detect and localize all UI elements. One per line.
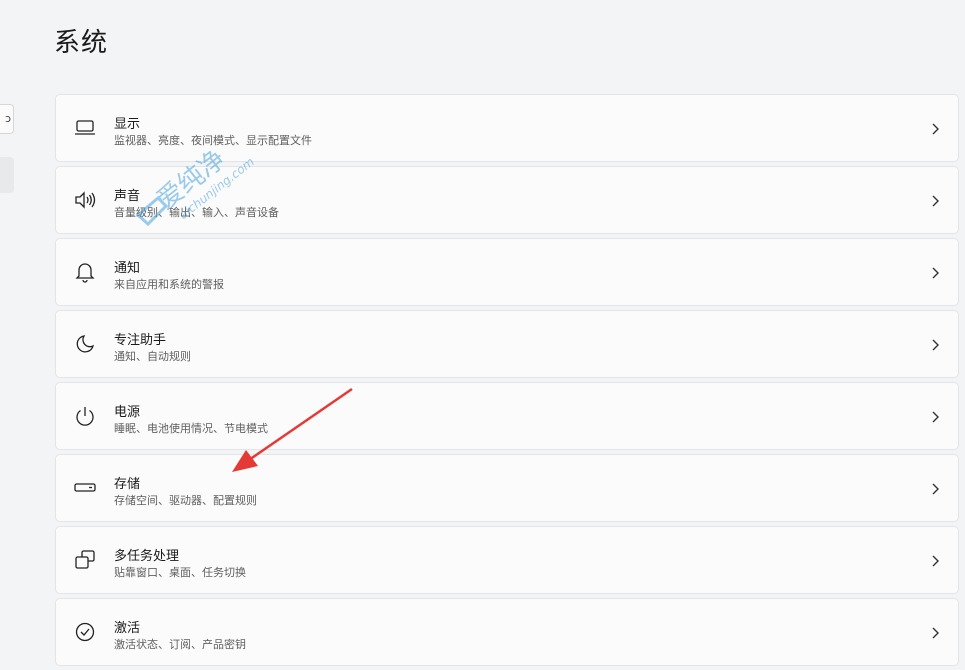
settings-item-multitasking[interactable]: 多任务处理 贴靠窗口、桌面、任务切换: [55, 526, 959, 594]
chevron-right-icon: [930, 121, 942, 135]
settings-item-power[interactable]: 电源 睡眠、电池使用情况、节电模式: [55, 382, 959, 450]
settings-item-subtitle: 监视器、亮度、夜间模式、显示配置文件: [114, 134, 312, 147]
collapsed-panel-button[interactable]: ↄ: [0, 104, 14, 134]
chevron-right-icon: [930, 265, 942, 279]
monitor-icon: [72, 115, 98, 141]
settings-item-notifications[interactable]: 通知 来自应用和系统的警报: [55, 238, 959, 306]
chevron-right-icon: [930, 625, 942, 639]
settings-item-title: 激活: [114, 621, 141, 636]
settings-item-subtitle: 激活状态、订阅、产品密钥: [114, 638, 246, 651]
bell-icon: [72, 259, 98, 285]
settings-item-subtitle: 睡眠、电池使用情况、节电模式: [114, 422, 268, 435]
settings-item-title: 专注助手: [114, 333, 167, 348]
page-title: 系统: [54, 28, 109, 58]
chevron-right-icon: [930, 409, 942, 423]
chevron-right-icon: [930, 481, 942, 495]
moon-icon: [72, 331, 98, 357]
settings-item-title: 存储: [114, 477, 141, 492]
settings-item-activation[interactable]: 激活 激活状态、订阅、产品密钥: [55, 598, 959, 666]
settings-list: 显示 监视器、亮度、夜间模式、显示配置文件 声音 音量级别、输出、输入、声音设备…: [55, 94, 959, 670]
settings-item-sound[interactable]: 声音 音量级别、输出、输入、声音设备: [55, 166, 959, 234]
settings-item-title: 通知: [114, 261, 141, 276]
settings-item-title: 多任务处理: [114, 549, 180, 564]
collapsed-nav-item[interactable]: [0, 157, 14, 193]
chevron-right-icon: [930, 337, 942, 351]
settings-item-subtitle: 音量级别、输出、输入、声音设备: [114, 206, 279, 219]
settings-item-title: 声音: [114, 189, 141, 204]
settings-item-title: 电源: [114, 405, 141, 420]
chevron-right-icon: [930, 193, 942, 207]
settings-item-subtitle: 贴靠窗口、桌面、任务切换: [114, 566, 246, 579]
windows-stack-icon: [72, 547, 98, 573]
power-icon: [72, 403, 98, 429]
settings-item-title: 显示: [114, 117, 141, 132]
settings-item-subtitle: 通知、自动规则: [114, 350, 191, 363]
check-circle-icon: [72, 619, 98, 645]
settings-item-subtitle: 存储空间、驱动器、配置规则: [114, 494, 257, 507]
settings-item-storage[interactable]: 存储 存储空间、驱动器、配置规则: [55, 454, 959, 522]
chevron-right-icon: [930, 553, 942, 567]
settings-item-display[interactable]: 显示 监视器、亮度、夜间模式、显示配置文件: [55, 94, 959, 162]
speaker-icon: [72, 187, 98, 213]
drive-icon: [72, 475, 98, 501]
settings-item-subtitle: 来自应用和系统的警报: [114, 278, 224, 291]
settings-item-focus-assist[interactable]: 专注助手 通知、自动规则: [55, 310, 959, 378]
